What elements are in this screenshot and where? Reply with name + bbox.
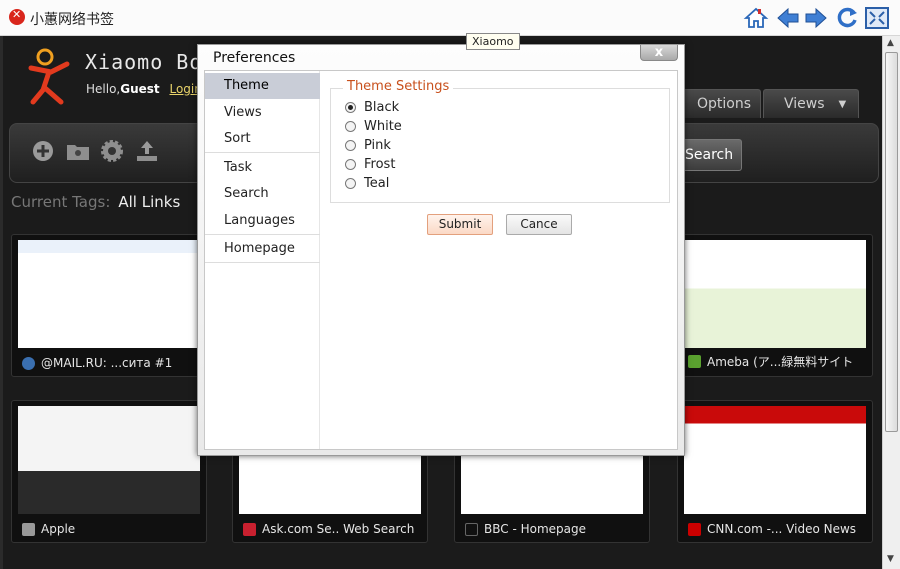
cancel-button[interactable]: Cance — [506, 214, 572, 235]
thumbnail — [18, 240, 200, 348]
theme-option-black[interactable]: Black — [345, 100, 399, 115]
theme-option-white[interactable]: White — [345, 119, 402, 134]
tooltip: Xiaomo — [466, 33, 520, 50]
refresh-icon[interactable] — [834, 5, 860, 31]
theme-option-pink[interactable]: Pink — [345, 138, 391, 153]
menu-item-sort[interactable]: Sort — [205, 126, 320, 152]
user-name: Guest — [120, 82, 160, 96]
menu-divider — [205, 262, 320, 263]
ameba-icon — [688, 355, 701, 368]
theme-settings-legend: Theme Settings — [343, 79, 454, 94]
radio-button[interactable] — [345, 102, 356, 113]
dialog-body: Theme Views Sort Task Search Languages H… — [204, 70, 678, 450]
thumbnail — [18, 406, 200, 514]
card-label: CNN.com -... Video News — [688, 522, 856, 536]
preferences-dialog: Preferences x Theme Views Sort Task Sear… — [197, 44, 685, 456]
card-title: Ameba (ア...緑無料サイト — [707, 355, 854, 369]
option-label: Black — [364, 100, 400, 115]
ask-icon — [243, 522, 256, 536]
card-title: Ask.com Se.. Web Search — [262, 522, 415, 536]
back-arrow-icon[interactable] — [775, 5, 801, 31]
bookmark-card[interactable]: CNN.com -... Video News — [677, 400, 873, 543]
bookmark-card[interactable]: @MAIL.RU: ...сита #1 — [11, 234, 207, 377]
bbc-icon — [465, 522, 478, 536]
window-title: 小蕙网络书签 — [30, 12, 114, 28]
scroll-down-icon[interactable]: ▼ — [887, 554, 894, 564]
scroll-thumb[interactable] — [885, 52, 898, 432]
bookmark-card[interactable]: Apple — [11, 400, 207, 543]
card-title: Apple — [41, 522, 76, 536]
tag-all-links[interactable]: All Links — [118, 193, 180, 211]
scroll-up-icon[interactable]: ▲ — [887, 38, 894, 48]
radio-button[interactable] — [345, 178, 356, 189]
cnn-icon — [688, 522, 701, 536]
option-label: Teal — [364, 176, 390, 191]
card-title: BBC - Homepage — [484, 522, 586, 536]
thumbnail — [684, 406, 866, 514]
window-titlebar: 小蕙网络书签 — [0, 0, 900, 36]
option-label: Frost — [364, 157, 396, 172]
menu-item-views[interactable]: Views — [205, 100, 320, 126]
scrollbar[interactable]: ▲ ▼ — [882, 36, 900, 569]
theme-option-frost[interactable]: Frost — [345, 157, 395, 172]
menu-divider — [205, 152, 320, 153]
menu-divider — [205, 234, 320, 235]
option-label: White — [364, 119, 402, 134]
menu-item-task[interactable]: Task — [205, 155, 320, 181]
forward-arrow-icon[interactable] — [803, 5, 829, 31]
app-logo-icon — [9, 8, 25, 25]
tab-views[interactable]: Views ▼ — [763, 89, 859, 118]
xiaomo-logo-icon — [28, 48, 70, 105]
card-label: @MAIL.RU: ...сита #1 — [22, 356, 172, 370]
radio-button[interactable] — [345, 140, 356, 151]
tags-label: Current Tags: — [11, 193, 111, 211]
fullscreen-icon[interactable] — [864, 5, 890, 31]
preferences-menu: Theme Views Sort Task Search Languages H… — [205, 71, 320, 449]
option-label: Pink — [364, 138, 391, 153]
menu-item-homepage[interactable]: Homepage — [205, 236, 320, 262]
hello-text: Hello, — [86, 82, 121, 96]
menu-item-languages[interactable]: Languages — [205, 208, 320, 234]
apple-icon — [22, 522, 35, 536]
upload-icon[interactable] — [134, 138, 160, 164]
tab-views-label: Views — [784, 96, 825, 112]
close-button[interactable]: x — [640, 45, 678, 61]
card-title: CNN.com -... Video News — [707, 522, 857, 536]
radio-button[interactable] — [345, 159, 356, 170]
gear-icon[interactable] — [99, 138, 125, 164]
search-button[interactable]: Search — [678, 139, 742, 171]
menu-item-theme[interactable]: Theme — [205, 73, 320, 99]
add-icon[interactable] — [30, 138, 56, 164]
theme-settings-group: Theme Settings Black White Pink Frost Te… — [330, 79, 670, 203]
chevron-down-icon: ▼ — [838, 98, 847, 110]
theme-option-teal[interactable]: Teal — [345, 176, 389, 191]
submit-button[interactable]: Submit — [427, 214, 493, 235]
tab-options[interactable]: Options — [676, 89, 761, 118]
card-label: Apple — [22, 522, 75, 536]
bookmark-card[interactable]: Ameba (ア...緑無料サイト — [677, 234, 873, 377]
menu-item-search[interactable]: Search — [205, 181, 320, 207]
card-label: Ask.com Se.. Web Search — [243, 522, 414, 536]
folder-icon[interactable] — [65, 138, 91, 164]
dialog-title: Preferences — [213, 50, 296, 66]
mailru-icon — [22, 356, 35, 370]
home-icon[interactable] — [743, 5, 769, 31]
current-tags: Current Tags: All Links — [11, 193, 180, 211]
card-label: Ameba (ア...緑無料サイト — [688, 353, 853, 370]
thumbnail — [684, 240, 866, 348]
card-title: @MAIL.RU: ...сита #1 — [41, 356, 173, 370]
radio-button[interactable] — [345, 121, 356, 132]
card-label: BBC - Homepage — [465, 522, 586, 536]
brand-title: Xiaomo Boo — [85, 50, 216, 74]
